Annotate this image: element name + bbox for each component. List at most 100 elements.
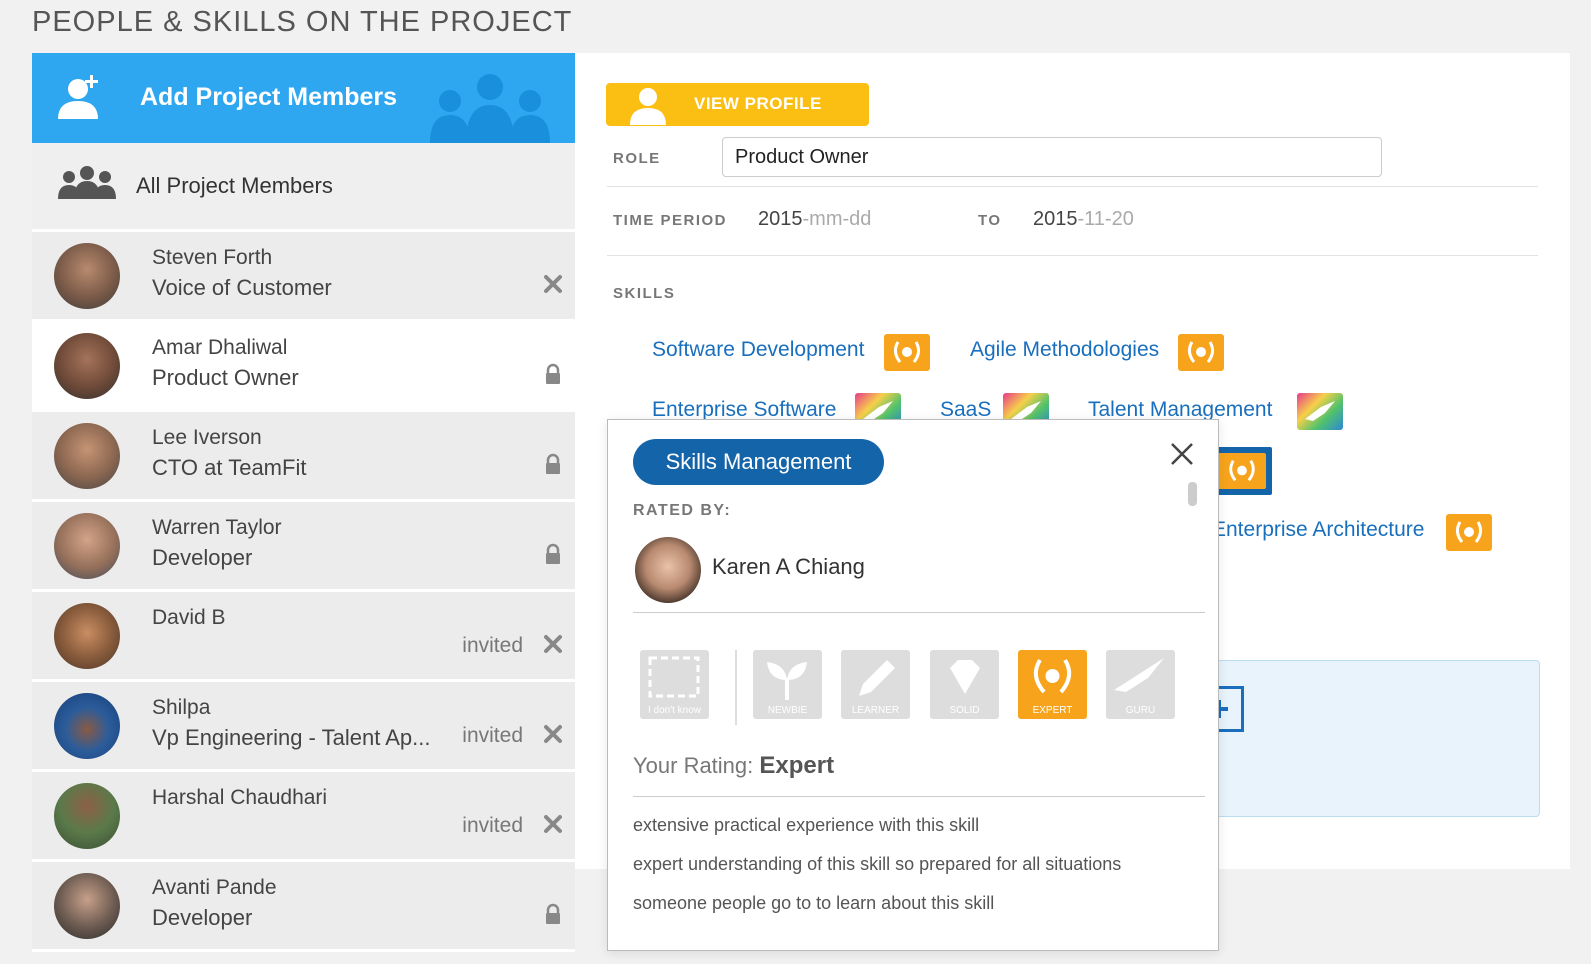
eagle-icon [1114,658,1164,692]
lock-icon [546,363,560,384]
rating-level-guru[interactable]: GURU [1106,650,1175,719]
end-date-input[interactable]: 2015-11-20 [1033,208,1134,231]
skills-management-title: Skills Management [633,439,884,485]
skill-link[interactable]: Agile Methodologies [970,338,1159,362]
rating-description: extensive practical experience with this… [633,815,980,835]
pencil-icon [859,660,895,696]
rating-level-learner[interactable]: LEARNER [841,650,910,719]
member-name: Avanti Pande [152,876,277,899]
laurel-icon [1033,658,1072,694]
member-name: Warren Taylor [152,516,282,539]
member-row[interactable]: Lee Iverson CTO at TeamFit [32,412,575,502]
member-name: Amar Dhaliwal [152,336,288,359]
unknown-icon [648,656,700,698]
member-row[interactable]: Steven Forth Voice of Customer [32,232,575,322]
member-role: CTO at TeamFit [152,455,307,480]
member-row[interactable]: Warren Taylor Developer [32,502,575,592]
divider [607,186,1538,187]
add-user-icon [58,75,98,119]
avatar [54,783,120,849]
member-role: Voice of Customer [152,275,332,300]
view-profile-button[interactable]: VIEW PROFILE [606,83,869,126]
view-profile-label: VIEW PROFILE [694,94,822,113]
group-icon [58,166,116,199]
avatar [54,873,120,939]
rating-level-expert[interactable]: EXPERT [1018,650,1087,719]
lock-icon [546,453,560,474]
role-input[interactable] [722,137,1382,177]
end-year: 2015 [1033,208,1078,230]
member-name: Steven Forth [152,246,273,269]
member-role: Developer [152,545,253,570]
rating-description: someone people go to to learn about this… [633,893,995,913]
member-name: David B [152,606,226,629]
avatar [54,513,120,579]
user-icon [630,88,666,125]
diamond-icon [950,660,980,694]
lock-icon [546,903,560,924]
level-label: NEWBIE [767,705,808,716]
level-label: GURU [1125,705,1156,716]
guru-badge-icon[interactable] [1297,393,1343,430]
expert-badge-icon[interactable] [884,334,930,371]
member-name: Shilpa [152,696,211,719]
skill-link[interactable]: Software Development [652,338,864,362]
your-rating-value: Expert [759,752,835,779]
laurel-icon [1218,453,1266,489]
remove-icon[interactable] [541,812,565,836]
remove-icon[interactable] [541,272,565,296]
add-members-label: Add Project Members [140,83,398,111]
start-year: 2015 [758,208,803,230]
level-label: EXPERT [1032,705,1073,716]
role-label: ROLE [613,150,661,167]
member-role: Developer [152,905,253,930]
invited-status: invited [462,634,523,657]
remove-icon[interactable] [541,722,565,746]
selected-skill-badge[interactable] [1212,447,1272,495]
page-title: PEOPLE & SKILLS ON THE PROJECT [32,6,573,38]
member-role: Product Owner [152,365,299,390]
invited-status: invited [462,814,523,837]
divider [633,796,1205,797]
expert-badge-icon[interactable] [1178,334,1224,371]
member-row[interactable]: David B invited [32,592,575,682]
skill-link[interactable]: Enterprise Architecture [1212,518,1424,542]
level-label: LEARNER [851,705,900,716]
all-members-label: All Project Members [136,173,333,198]
avatar [54,243,120,309]
member-row[interactable]: Shilpa Vp Engineering - Talent Ap... inv… [32,682,575,772]
rating-level-idk[interactable]: I don't know [640,650,709,719]
member-name: Harshal Chaudhari [152,786,328,809]
divider [735,650,737,725]
divider [607,255,1538,256]
expert-badge-icon[interactable] [1446,514,1492,551]
start-date-input[interactable]: 2015-mm-dd [758,208,871,231]
rater-name: Karen A Chiang [712,554,865,579]
add-skill-area[interactable] [1205,660,1540,817]
member-role: Vp Engineering - Talent Ap... [152,725,431,750]
member-row[interactable]: Harshal Chaudhari invited [32,772,575,862]
add-project-members-button[interactable]: Add Project Members [32,53,575,143]
group-watermark-icon [430,74,550,143]
your-rating-label: Your Rating: [633,753,754,778]
remove-icon[interactable] [541,632,565,656]
all-project-members-item[interactable]: All Project Members [32,143,575,232]
rated-by-label: RATED BY: [633,502,732,519]
avatar [54,423,120,489]
start-date-placeholder: -mm-dd [802,208,872,230]
rating-level-solid[interactable]: SOLID [930,650,999,719]
rating-description: expert understanding of this skill so pr… [633,854,1122,874]
end-date-rest: -11-20 [1077,208,1134,230]
sprout-icon [767,662,807,700]
invited-status: invited [462,724,523,747]
scrollbar[interactable] [1188,482,1197,506]
member-row[interactable]: Avanti Pande Developer [32,862,575,952]
member-name: Lee Iverson [152,426,262,449]
member-row[interactable]: Amar Dhaliwal Product Owner [32,322,575,412]
avatar [635,537,701,603]
avatar [54,693,120,759]
your-rating: Your Rating: Expert [633,752,834,780]
lock-icon [546,543,560,564]
rating-level-newbie[interactable]: NEWBIE [753,650,822,719]
close-icon[interactable] [1168,440,1196,468]
